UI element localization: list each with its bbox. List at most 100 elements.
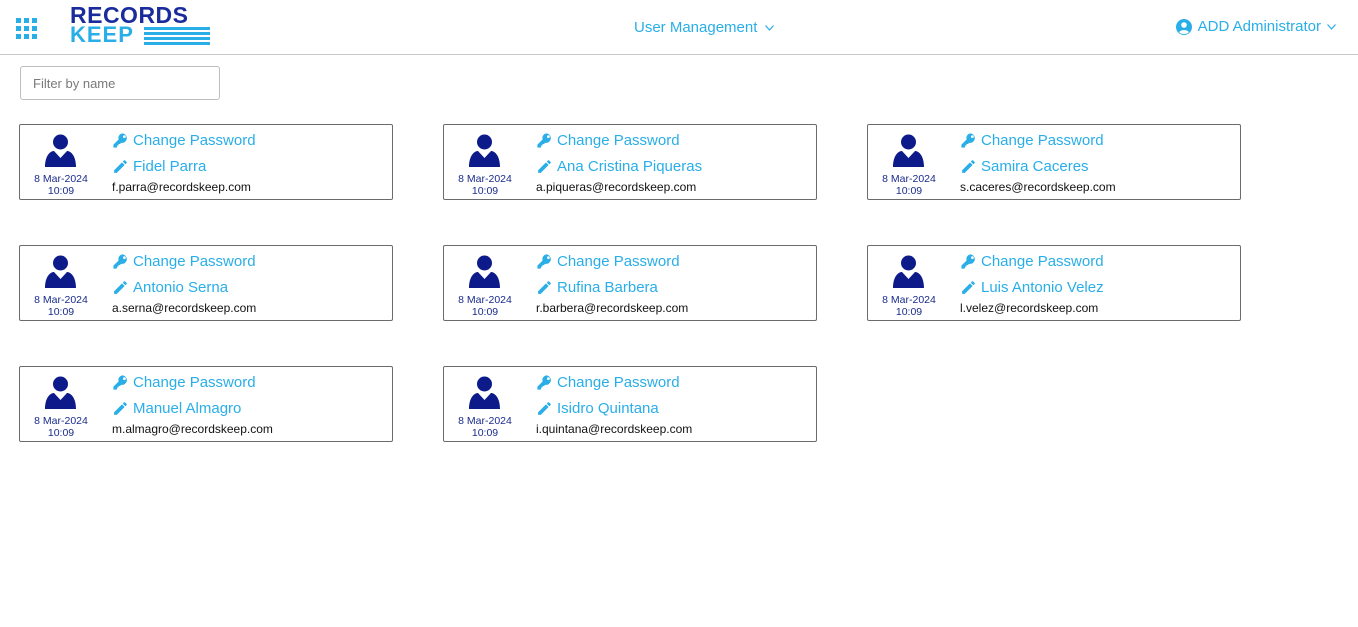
user-card: 8 Mar-2024 10:09 Change Password Antonio Se… (19, 245, 393, 321)
user-management-menu[interactable]: User Management (634, 19, 775, 36)
edit-user-link[interactable]: Luis Antonio Velez (960, 279, 1104, 296)
edit-user-link[interactable]: Rufina Barbera (536, 279, 658, 296)
pencil-icon (962, 160, 975, 173)
user-name: Rufina Barbera (557, 279, 658, 296)
created-date-time: 10:09 (471, 427, 499, 439)
created-date-time: 10:09 (47, 427, 75, 439)
logo-stripes-icon (144, 27, 210, 45)
created-date-day: 8 Mar-2024 (458, 294, 512, 306)
user-email: i.quintana@recordskeep.com (536, 422, 693, 436)
apps-grid-icon[interactable] (16, 18, 38, 40)
user-avatar-icon (469, 134, 500, 167)
created-date: 8 Mar-2024 10:09 (26, 173, 96, 197)
created-date-day: 8 Mar-2024 (458, 415, 512, 427)
user-avatar-icon (469, 255, 500, 288)
user-avatar-icon (45, 134, 76, 167)
pencil-icon (114, 160, 127, 173)
user-email: f.parra@recordskeep.com (112, 180, 251, 194)
change-password-label: Change Password (133, 253, 256, 270)
logo-text-bottom: KEEP (70, 22, 134, 47)
user-card: 8 Mar-2024 10:09 Change Password Rufina Bar… (443, 245, 817, 321)
edit-user-link[interactable]: Antonio Serna (112, 279, 228, 296)
change-password-label: Change Password (133, 132, 256, 149)
key-icon (537, 254, 551, 269)
change-password-label: Change Password (557, 374, 680, 391)
user-email: s.caceres@recordskeep.com (960, 180, 1116, 194)
change-password-label: Change Password (981, 132, 1104, 149)
user-name: Manuel Almagro (133, 400, 242, 417)
user-avatar-icon (469, 376, 500, 409)
user-avatar-icon (45, 255, 76, 288)
key-icon (113, 133, 127, 148)
change-password-link[interactable]: Change Password (536, 253, 680, 270)
pencil-icon (538, 402, 551, 415)
user-email: r.barbera@recordskeep.com (536, 301, 689, 315)
pencil-icon (962, 281, 975, 294)
user-name: Isidro Quintana (557, 400, 659, 417)
key-icon (961, 133, 975, 148)
user-email: a.serna@recordskeep.com (112, 301, 257, 315)
change-password-link[interactable]: Change Password (960, 253, 1104, 270)
user-name: Antonio Serna (133, 279, 229, 296)
pencil-icon (538, 281, 551, 294)
top-bar: RECORDS KEEP User Management ADD Adminis… (0, 0, 1358, 55)
created-date: 8 Mar-2024 10:09 (26, 294, 96, 318)
pencil-icon (114, 281, 127, 294)
change-password-label: Change Password (133, 374, 256, 391)
user-avatar-icon (893, 134, 924, 167)
filter-by-name-input[interactable] (20, 66, 220, 100)
created-date-day: 8 Mar-2024 (34, 415, 88, 427)
user-name: Samira Caceres (981, 158, 1089, 175)
edit-user-link[interactable]: Ana Cristina Piqueras (536, 158, 702, 175)
change-password-label: Change Password (557, 132, 680, 149)
created-date-time: 10:09 (47, 185, 75, 197)
user-email: a.piqueras@recordskeep.com (536, 180, 697, 194)
account-menu[interactable]: ADD Administrator (1175, 18, 1336, 35)
user-name: Fidel Parra (133, 158, 207, 175)
change-password-link[interactable]: Change Password (960, 132, 1104, 149)
user-name: Luis Antonio Velez (981, 279, 1104, 296)
user-card: 8 Mar-2024 10:09 Change Password Luis Anton… (867, 245, 1241, 321)
key-icon (961, 254, 975, 269)
edit-user-link[interactable]: Isidro Quintana (536, 400, 659, 417)
user-card: 8 Mar-2024 10:09 Change Password Manuel Alm… (19, 366, 393, 442)
created-date-time: 10:09 (471, 306, 499, 318)
created-date: 8 Mar-2024 10:09 (450, 415, 520, 439)
created-date: 8 Mar-2024 10:09 (450, 294, 520, 318)
chevron-down-icon (765, 24, 775, 31)
pencil-icon (538, 160, 551, 173)
created-date: 8 Mar-2024 10:09 (874, 294, 944, 318)
created-date: 8 Mar-2024 10:09 (26, 415, 96, 439)
change-password-link[interactable]: Change Password (536, 132, 680, 149)
change-password-link[interactable]: Change Password (112, 253, 256, 270)
account-circle-icon (1175, 18, 1192, 35)
change-password-link[interactable]: Change Password (112, 132, 256, 149)
user-name: Ana Cristina Piqueras (557, 158, 703, 175)
created-date-day: 8 Mar-2024 (34, 173, 88, 185)
key-icon (537, 133, 551, 148)
edit-user-link[interactable]: Fidel Parra (112, 158, 206, 175)
change-password-link[interactable]: Change Password (536, 374, 680, 391)
created-date-time: 10:09 (895, 306, 923, 318)
records-keep-logo[interactable]: RECORDS KEEP (70, 3, 212, 47)
user-card: 8 Mar-2024 10:09 Change Password Fidel Parr… (19, 124, 393, 200)
user-management-label: User Management (634, 19, 758, 36)
change-password-link[interactable]: Change Password (112, 374, 256, 391)
created-date: 8 Mar-2024 10:09 (450, 173, 520, 197)
chevron-down-icon (1327, 23, 1336, 30)
created-date-time: 10:09 (895, 185, 923, 197)
change-password-label: Change Password (981, 253, 1104, 270)
user-email: m.almagro@recordskeep.com (112, 422, 273, 436)
created-date: 8 Mar-2024 10:09 (874, 173, 944, 197)
edit-user-link[interactable]: Manuel Almagro (112, 400, 241, 417)
pencil-icon (114, 402, 127, 415)
user-card: 8 Mar-2024 10:09 Change Password Isidro Qui… (443, 366, 817, 442)
created-date-time: 10:09 (471, 185, 499, 197)
key-icon (537, 375, 551, 390)
user-card: 8 Mar-2024 10:09 Change Password Samira Cac… (867, 124, 1241, 200)
change-password-label: Change Password (557, 253, 680, 270)
created-date-time: 10:09 (47, 306, 75, 318)
created-date-day: 8 Mar-2024 (458, 173, 512, 185)
created-date-day: 8 Mar-2024 (882, 173, 936, 185)
edit-user-link[interactable]: Samira Caceres (960, 158, 1089, 175)
